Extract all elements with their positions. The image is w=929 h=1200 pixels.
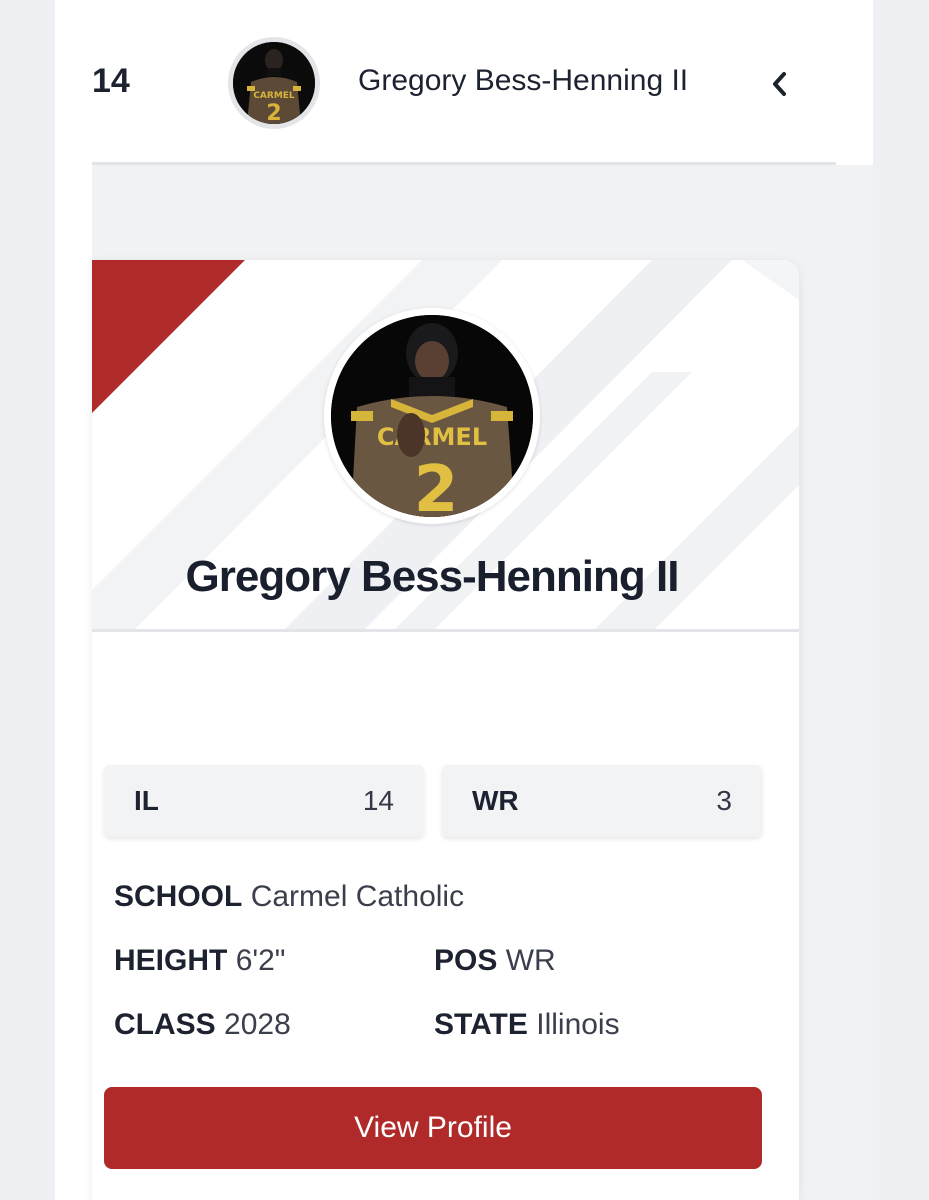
state-rank-label: IL <box>134 785 159 816</box>
banner-divider <box>92 629 799 632</box>
class-value: 2028 <box>224 1008 291 1041</box>
state-value: Illinois <box>536 1008 620 1041</box>
expanded-details: CARMEL 2 Gregory Bess-Henning II IL 14 W… <box>92 165 873 1200</box>
school-value: Carmel Catholic <box>250 880 465 913</box>
card-banner: CARMEL 2 Gregory Bess-Henning II <box>92 260 799 632</box>
player-photo-large: CARMEL 2 <box>331 315 533 517</box>
state-label: STATE <box>434 1008 528 1041</box>
position-rank-label: WR <box>472 785 519 816</box>
state-rank-value: 14 <box>362 785 394 816</box>
player-photo-small: CARMEL 2 <box>233 42 315 124</box>
player-avatar-small: CARMEL 2 <box>228 37 320 129</box>
class-label: CLASS <box>114 1008 216 1041</box>
state-rank-chip: IL 14 <box>104 765 424 837</box>
player-card: CARMEL 2 Gregory Bess-Henning II IL 14 W… <box>92 260 799 1200</box>
svg-text:CARMEL: CARMEL <box>377 423 487 451</box>
player-list-panel: 14 CARMEL 2 Gregory Bess-Henning II CARM… <box>55 0 873 1200</box>
height-value: 6'2" <box>235 944 286 977</box>
view-profile-button[interactable]: View Profile <box>104 1087 762 1169</box>
chevron-left-icon[interactable] <box>760 64 800 104</box>
height-label: HEIGHT <box>114 944 228 977</box>
player-rank: 14 <box>92 62 130 100</box>
player-row[interactable]: 14 CARMEL 2 Gregory Bess-Henning II <box>55 0 873 165</box>
svg-text:CARMEL: CARMEL <box>253 91 295 101</box>
school-info: SCHOOL Carmel Catholic <box>114 880 464 914</box>
svg-text:2: 2 <box>266 101 281 124</box>
class-info: CLASS 2028 <box>114 1008 291 1042</box>
svg-text:2: 2 <box>414 453 459 517</box>
state-info: STATE Illinois <box>434 1008 620 1042</box>
player-name-card: Gregory Bess-Henning II <box>185 552 680 601</box>
position-info: POS WR <box>434 944 556 978</box>
position-rank-chip: WR 3 <box>442 765 762 837</box>
height-info: HEIGHT 6'2" <box>114 944 285 978</box>
pos-value: WR <box>505 944 556 977</box>
player-avatar-large: CARMEL 2 <box>324 308 540 524</box>
school-label: SCHOOL <box>114 880 243 913</box>
pos-label: POS <box>434 944 498 977</box>
player-name-header: Gregory Bess-Henning II <box>358 64 689 97</box>
position-rank-value: 3 <box>716 785 732 816</box>
